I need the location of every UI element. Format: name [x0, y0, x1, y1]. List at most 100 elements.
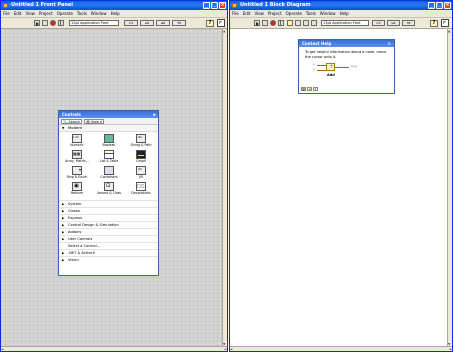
context-help-icon[interactable]: ?	[206, 20, 214, 27]
variant-class-icon	[104, 182, 114, 191]
run-arrow-icon[interactable]	[34, 20, 40, 26]
controls-palette-titlebar[interactable]: Controls ⊕	[59, 111, 158, 118]
context-help-window: Context Help × To get helpful informatio…	[298, 39, 395, 94]
block-diagram-vertical-scrollbar[interactable]	[447, 29, 452, 346]
retain-wire-values-icon[interactable]	[295, 20, 301, 26]
pause-icon[interactable]	[278, 20, 284, 26]
menu-edit[interactable]: Edit	[243, 10, 251, 17]
distribute-objects-icon[interactable]: ⊟▾	[140, 20, 154, 26]
front-panel-vertical-scrollbar[interactable]	[222, 29, 227, 346]
palette-item-numeric[interactable]: Numeric	[62, 134, 92, 150]
menu-tools[interactable]: Tools	[77, 10, 87, 17]
containers-icon	[104, 166, 114, 175]
font-select[interactable]: 13pt Application Font	[321, 20, 369, 26]
controls-palette-title: Controls	[62, 112, 81, 117]
highlight-execution-icon[interactable]	[287, 20, 293, 26]
palette-item-graph[interactable]: Graph	[126, 150, 156, 166]
help-link-icon[interactable]: ?	[313, 87, 318, 91]
reorder-icon[interactable]: ⟲▾	[402, 20, 415, 26]
front-panel-titlebar[interactable]: Untitled 1 Front Panel _ □ ×	[1, 1, 227, 10]
context-help-icon[interactable]: ?	[430, 20, 438, 27]
palette-item-boolean[interactable]: Boolean	[94, 134, 124, 150]
add-node-icon	[326, 63, 335, 71]
close-button[interactable]: ×	[444, 2, 451, 9]
abort-icon[interactable]	[50, 20, 56, 26]
refnum-icon	[72, 182, 82, 191]
pause-icon[interactable]	[58, 20, 64, 26]
close-icon[interactable]: ×	[388, 40, 391, 47]
abort-icon[interactable]	[270, 20, 276, 26]
maximize-button[interactable]: □	[436, 2, 443, 9]
category-control-design[interactable]: ▶ Control Design & Simulation	[59, 221, 158, 228]
menu-tools[interactable]: Tools	[306, 10, 316, 17]
pin-icon[interactable]: ⊕	[153, 111, 156, 118]
palette-item-containers[interactable]: Containers	[94, 166, 124, 182]
maximize-button[interactable]: □	[211, 2, 218, 9]
category-express[interactable]: ▶ Express	[59, 214, 158, 221]
menu-operate[interactable]: Operate	[286, 10, 302, 17]
context-help-titlebar[interactable]: Context Help ×	[299, 40, 394, 47]
show-optional-terminals-icon[interactable]: ▤	[301, 87, 306, 91]
minimize-button[interactable]: _	[428, 2, 435, 9]
menu-window[interactable]: Window	[91, 10, 107, 17]
menu-help[interactable]: Help	[111, 10, 120, 17]
palette-item-refnum[interactable]: Refnum	[62, 182, 92, 198]
front-panel-horizontal-scrollbar[interactable]	[1, 346, 227, 351]
view-button[interactable]: ▤ View ▾	[84, 119, 104, 124]
palette-item-string-path[interactable]: String & Path	[126, 134, 156, 150]
minimize-button[interactable]: _	[203, 2, 210, 9]
list-table-icon	[104, 150, 114, 159]
block-diagram-menubar: File Edit View Project Operate Tools Win…	[230, 10, 452, 18]
block-diagram-horizontal-scrollbar[interactable]	[230, 346, 452, 351]
block-diagram-toolbar: 13pt Application Font ⊏▾ ⊟▾ ⟲▾ ?	[230, 18, 452, 29]
menu-help[interactable]: Help	[340, 10, 349, 17]
category-addons[interactable]: ▶ Addons	[59, 228, 158, 235]
vi-icon[interactable]	[441, 19, 449, 27]
distribute-objects-icon[interactable]: ⊟▾	[387, 20, 400, 26]
menu-file[interactable]: File	[3, 10, 10, 17]
menu-edit[interactable]: Edit	[14, 10, 22, 17]
string-path-icon	[136, 134, 146, 143]
align-objects-icon[interactable]: ⊏▾	[124, 20, 138, 26]
run-arrow-icon[interactable]	[254, 20, 260, 26]
category-user-controls[interactable]: ▶ User Controls	[59, 235, 158, 242]
category-vision[interactable]: ▶ Vision	[59, 256, 158, 263]
menu-view[interactable]: View	[25, 10, 35, 17]
palette-item-list-table[interactable]: List & Table	[94, 150, 124, 166]
palette-item-array-matrix[interactable]: Array, Matrix...	[62, 150, 92, 166]
block-diagram-titlebar[interactable]: Untitled 1 Block Diagram _ □ ×	[230, 1, 452, 10]
view-icon: ▤	[86, 119, 90, 124]
labview-app-icon	[3, 3, 8, 8]
menu-file[interactable]: File	[232, 10, 239, 17]
select-a-control[interactable]: Select a Control...	[59, 242, 158, 249]
run-continuously-icon[interactable]	[42, 20, 48, 26]
close-button[interactable]: ×	[219, 2, 226, 9]
search-button[interactable]: 🔍 Search	[61, 119, 83, 124]
run-continuously-icon[interactable]	[262, 20, 268, 26]
category-modern[interactable]: ▼ Modern	[59, 125, 158, 132]
menu-operate[interactable]: Operate	[57, 10, 73, 17]
lock-icon[interactable]: 🔒	[307, 87, 312, 91]
context-help-text: To get helpful information about a node,…	[305, 50, 387, 59]
menu-project[interactable]: Project	[39, 10, 53, 17]
palette-item-variant-class[interactable]: Variant & Class	[94, 182, 124, 198]
font-select[interactable]: 13pt Application Font	[69, 20, 119, 26]
step-into-icon[interactable]	[303, 20, 309, 26]
vi-icon[interactable]	[217, 19, 225, 27]
array-matrix-icon	[72, 150, 82, 159]
align-objects-icon[interactable]: ⊏▾	[372, 20, 385, 26]
menu-view[interactable]: View	[254, 10, 264, 17]
category-dotnet-activex[interactable]: ▶ .NET & ActiveX	[59, 249, 158, 256]
menu-window[interactable]: Window	[320, 10, 336, 17]
input-x-label: x	[313, 62, 315, 66]
menu-project[interactable]: Project	[268, 10, 282, 17]
labview-app-icon	[232, 3, 237, 8]
step-over-icon[interactable]	[311, 20, 317, 26]
category-system[interactable]: ▶ System	[59, 200, 158, 207]
category-classic[interactable]: ▶ Classic	[59, 207, 158, 214]
palette-item-decorations[interactable]: Decorations	[126, 182, 156, 198]
palette-item-io[interactable]: I/O	[126, 166, 156, 182]
resize-objects-icon[interactable]: ⊞▾	[156, 20, 170, 26]
reorder-icon[interactable]: ⟲▾	[172, 20, 186, 26]
palette-item-ring-enum[interactable]: Ring & Enum	[62, 166, 92, 182]
